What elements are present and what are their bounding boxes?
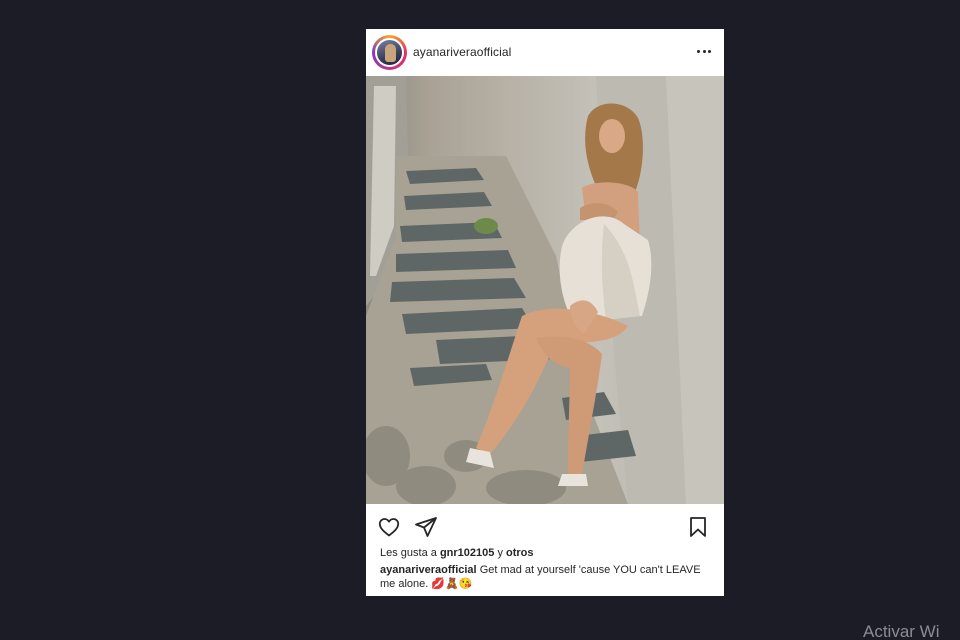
likes-connector: y [497, 547, 503, 559]
likes-prefix: Les gusta a [380, 547, 437, 559]
post-photo-illustration [366, 76, 724, 504]
send-icon[interactable] [414, 515, 438, 539]
avatar-ring[interactable] [372, 35, 407, 70]
instagram-post: ayanariveraofficial Les gusta a gnr10210… [366, 29, 724, 596]
avatar[interactable] [375, 38, 404, 67]
likes-line: Les gusta a gnr102105 y otros [380, 547, 534, 559]
caption-username[interactable]: ayanariveraofficial [380, 564, 477, 576]
heart-icon[interactable] [377, 515, 401, 539]
likes-others[interactable]: otros [506, 547, 534, 559]
post-username[interactable]: ayanariveraofficial [413, 45, 511, 59]
post-actions [366, 504, 724, 549]
avatar-figure [385, 44, 396, 62]
more-options-icon[interactable] [692, 40, 716, 64]
post-caption: ayanariveraofficial Get mad at yourself … [380, 563, 710, 591]
bookmark-icon[interactable] [686, 515, 710, 539]
windows-activation-watermark: Activar Wi [863, 622, 940, 640]
liked-by-user[interactable]: gnr102105 [440, 547, 494, 559]
post-header: ayanariveraofficial [366, 29, 724, 76]
post-photo[interactable] [366, 76, 724, 504]
